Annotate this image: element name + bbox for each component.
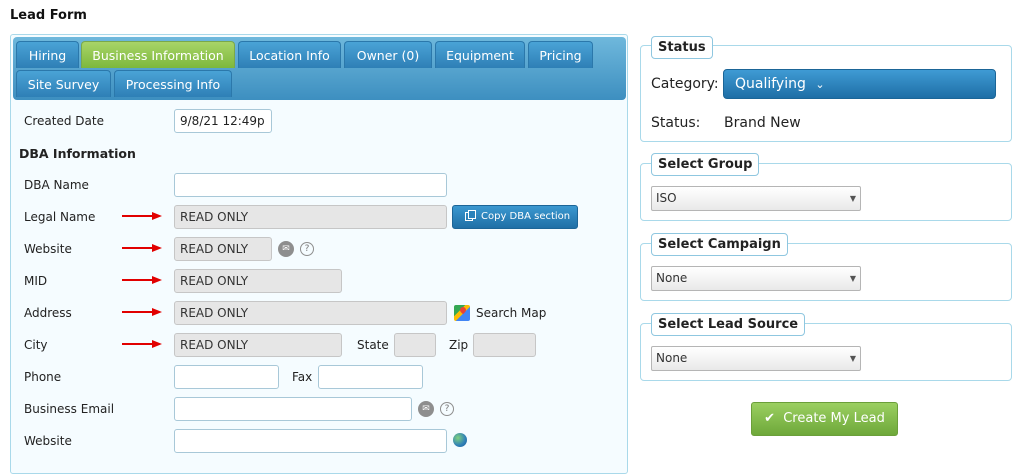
- campaign-select-value: None: [656, 271, 688, 285]
- dba-name-label: DBA Name: [24, 178, 89, 192]
- address-label: Address: [24, 306, 72, 320]
- zip-label: Zip: [449, 338, 469, 352]
- chevron-down-icon: ▼: [849, 354, 856, 363]
- status-label: Status:: [651, 115, 701, 131]
- copy-dba-section-label: Copy DBA section: [481, 211, 571, 222]
- tab-business-information[interactable]: Business Information: [81, 41, 235, 68]
- category-value: Qualifying: [735, 76, 806, 92]
- chevron-down-icon: ▼: [849, 194, 856, 203]
- address-field: READ ONLY: [174, 301, 447, 325]
- select-campaign-legend: Select Campaign: [651, 233, 788, 256]
- globe-icon[interactable]: [453, 433, 467, 447]
- business-email-input[interactable]: [174, 397, 412, 421]
- tab-processing-info[interactable]: Processing Info: [114, 70, 232, 97]
- fax-input[interactable]: [318, 365, 423, 389]
- tab-site-survey[interactable]: Site Survey: [16, 70, 111, 97]
- website-label: Website: [24, 242, 72, 256]
- check-icon: ✔: [764, 411, 776, 426]
- dba-name-input[interactable]: [174, 173, 447, 197]
- arrow-right-icon: [122, 244, 162, 252]
- lead-source-select[interactable]: None ▼: [651, 346, 861, 371]
- arrow-right-icon: [122, 308, 162, 316]
- website-label-2: Website: [24, 434, 72, 448]
- tab-bar: Hiring Business Information Location Inf…: [13, 37, 626, 100]
- select-group-legend: Select Group: [651, 153, 760, 176]
- state-label: State: [357, 338, 389, 352]
- group-select[interactable]: ISO ▼: [651, 186, 861, 211]
- arrow-right-icon: [122, 212, 162, 220]
- contact-card-icon[interactable]: ✉: [278, 241, 294, 257]
- category-dropdown-button[interactable]: Qualifying ⌄: [723, 69, 996, 99]
- page-title: Lead Form: [10, 8, 87, 23]
- contact-card-icon[interactable]: ✉: [418, 401, 434, 417]
- city-label: City: [24, 338, 48, 352]
- arrow-right-icon: [122, 340, 162, 348]
- category-label: Category:: [651, 76, 719, 92]
- status-value: Brand New: [724, 115, 801, 131]
- business-email-label: Business Email: [24, 402, 115, 416]
- tab-location-info[interactable]: Location Info: [238, 41, 341, 68]
- created-date-field: 9/8/21 12:49p: [174, 109, 272, 133]
- legal-name-label: Legal Name: [24, 210, 96, 224]
- lead-source-select-value: None: [656, 351, 688, 365]
- status-legend: Status: [651, 36, 713, 59]
- copy-icon: [465, 210, 476, 221]
- tab-hiring[interactable]: Hiring: [16, 41, 79, 68]
- phone-label: Phone: [24, 370, 62, 384]
- state-field: [394, 333, 436, 357]
- created-date-label: Created Date: [24, 114, 104, 128]
- chevron-down-icon: ▼: [849, 274, 856, 283]
- city-field: READ ONLY: [174, 333, 342, 357]
- copy-dba-section-button[interactable]: Copy DBA section: [452, 205, 578, 229]
- dba-information-heading: DBA Information: [19, 146, 136, 161]
- help-icon[interactable]: ?: [300, 242, 314, 256]
- website-field: READ ONLY: [174, 237, 272, 261]
- create-my-lead-button[interactable]: ✔ Create My Lead: [751, 402, 898, 436]
- website-input[interactable]: [174, 429, 447, 453]
- search-map-link[interactable]: Search Map: [476, 306, 546, 320]
- create-my-lead-label: Create My Lead: [783, 411, 885, 426]
- tab-pricing[interactable]: Pricing: [528, 41, 593, 68]
- chevron-down-icon: ⌄: [815, 78, 825, 91]
- map-icon[interactable]: [454, 305, 470, 321]
- mid-label: MID: [24, 274, 48, 288]
- mid-field: READ ONLY: [174, 269, 342, 293]
- tab-equipment[interactable]: Equipment: [435, 41, 525, 68]
- legal-name-field: READ ONLY: [174, 205, 447, 229]
- tab-owner[interactable]: Owner (0): [344, 41, 432, 68]
- select-lead-source-legend: Select Lead Source: [651, 313, 806, 336]
- zip-field: [473, 333, 536, 357]
- fax-label: Fax: [292, 370, 313, 384]
- group-select-value: ISO: [656, 191, 677, 205]
- campaign-select[interactable]: None ▼: [651, 266, 861, 291]
- help-icon[interactable]: ?: [440, 402, 454, 416]
- arrow-right-icon: [122, 276, 162, 284]
- phone-input[interactable]: [174, 365, 279, 389]
